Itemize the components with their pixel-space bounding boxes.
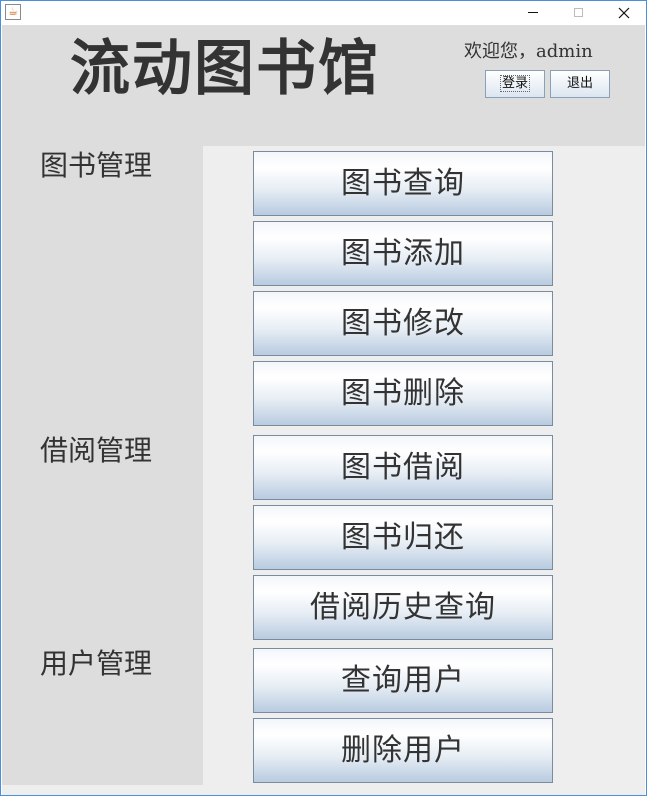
close-icon: [618, 7, 630, 19]
book-query-button[interactable]: 图书查询: [253, 151, 553, 216]
minimize-button[interactable]: [510, 1, 556, 25]
book-modify-button[interactable]: 图书修改: [253, 291, 553, 356]
book-return-button[interactable]: 图书归还: [253, 505, 553, 570]
java-coffee-icon: ☕: [5, 4, 21, 20]
main-content: 流动图书馆 欢迎您，admin 登录 退出 图书管理 借阅管理 用户管理 图书查…: [2, 25, 645, 795]
user-query-button[interactable]: 查询用户: [253, 648, 553, 713]
user-delete-button[interactable]: 删除用户: [253, 718, 553, 783]
app-window: ☕ 流动图书馆 欢迎您，admin 登录 退出 图书管理 借阅管理 用户管理 图…: [0, 0, 647, 796]
book-borrow-button[interactable]: 图书借阅: [253, 435, 553, 500]
section-label-user-management: 用户管理: [40, 647, 153, 680]
welcome-text: 欢迎您，admin: [464, 41, 593, 62]
app-title: 流动图书馆: [70, 34, 380, 104]
header-panel: 流动图书馆 欢迎您，admin 登录 退出: [2, 25, 645, 146]
section-label-borrow-management: 借阅管理: [40, 434, 153, 467]
borrow-history-button[interactable]: 借阅历史查询: [253, 575, 553, 640]
maximize-icon: [574, 8, 583, 17]
minimize-icon: [528, 12, 538, 13]
logout-button[interactable]: 退出: [550, 70, 610, 98]
section-label-book-management: 图书管理: [40, 149, 153, 182]
maximize-button[interactable]: [556, 1, 602, 25]
login-button-label: 登录: [499, 75, 530, 92]
book-delete-button[interactable]: 图书删除: [253, 361, 553, 426]
login-button[interactable]: 登录: [485, 70, 545, 98]
book-add-button[interactable]: 图书添加: [253, 221, 553, 286]
left-section-panel: 图书管理 借阅管理 用户管理: [2, 146, 203, 785]
close-button[interactable]: [601, 1, 647, 25]
window-titlebar[interactable]: ☕: [1, 1, 646, 25]
